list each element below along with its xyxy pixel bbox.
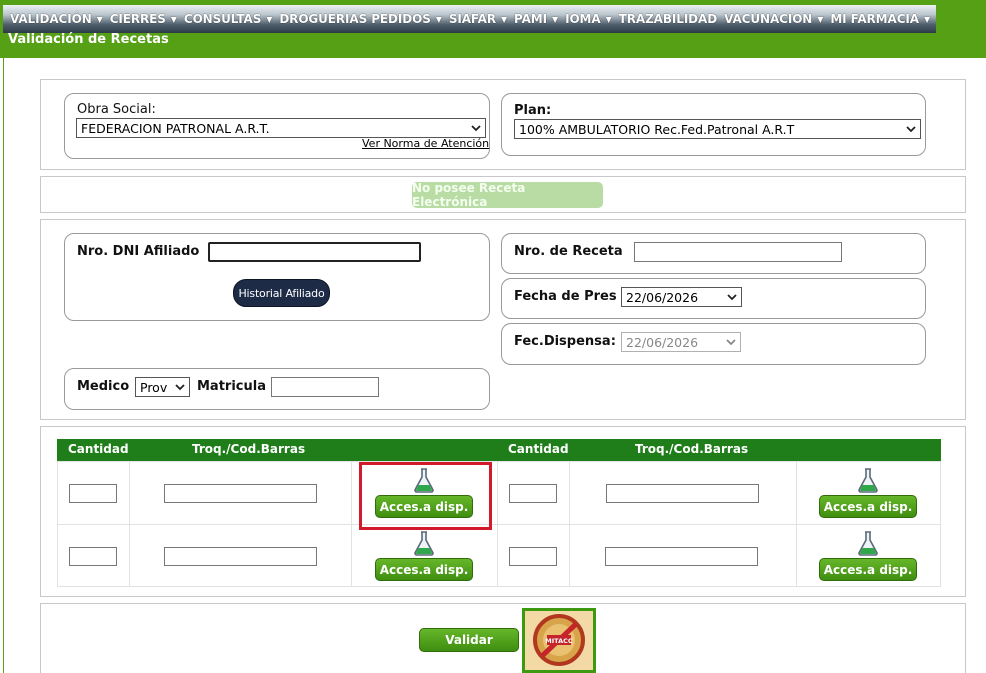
grid-col-divider <box>351 461 352 587</box>
dni-afiliado-label: Nro. DNI Afiliado <box>77 244 200 259</box>
menu-validacion[interactable]: VALIDACIÓN ▼ <box>3 12 103 26</box>
matricula-label: Matricula <box>197 379 266 394</box>
row2-left-cantidad-input[interactable] <box>69 547 117 566</box>
obra-social-select[interactable]: FEDERACION PATRONAL A.R.T. <box>76 118 486 138</box>
chevron-down-icon <box>906 126 916 133</box>
grid-col-divider <box>569 461 570 587</box>
flask-icon <box>858 468 878 493</box>
no-receta-electronica-button: No posee Receta Electrónica <box>412 181 603 209</box>
logo-text: MITACC <box>545 637 573 645</box>
grid-header: Cantidad Troq./Cod.Barras Cantidad Troq.… <box>57 439 941 461</box>
menu-ioma[interactable]: IOMA ▼ <box>558 12 612 26</box>
menu-cierres[interactable]: CIERRES ▼ <box>103 12 177 26</box>
chevron-down-icon <box>726 339 736 346</box>
grid-col-divider <box>497 461 498 587</box>
header-troquel-left: Troq./Cod.Barras <box>192 442 306 456</box>
row1-left-cantidad-input[interactable] <box>69 484 117 503</box>
grid-col-divider <box>129 461 130 587</box>
row2-left-troquel-input[interactable] <box>164 547 317 566</box>
mitacc-logo: MITACC <box>522 608 596 673</box>
flask-icon <box>858 531 878 556</box>
fecha-pres-label: Fecha de Pres <box>514 289 617 304</box>
chevron-down-icon <box>727 294 737 301</box>
plan-select[interactable]: 100% AMBULATORIO Rec.Fed.Patronal A.R.T <box>514 119 921 139</box>
chevron-down-icon <box>471 125 481 132</box>
menu-consultas[interactable]: CONSULTAS ▼ <box>177 12 273 26</box>
plan-selected: 100% AMBULATORIO Rec.Fed.Patronal A.R.T <box>519 121 795 137</box>
row1-right-troquel-input[interactable] <box>606 484 759 503</box>
row2-left-acces-button[interactable]: Acces.a disp. <box>375 558 473 581</box>
fecha-pres-value: 22/06/2026 <box>626 289 699 305</box>
fec-dispensa-label: Fec.Dispensa: <box>514 334 616 349</box>
highlight-box <box>359 462 492 530</box>
menu-trazabilidad[interactable]: TRAZABILIDAD <box>612 12 718 26</box>
header-cantidad-left: Cantidad <box>68 442 129 456</box>
row1-right-cantidad-input[interactable] <box>509 484 557 503</box>
fec-dispensa-select: 22/06/2026 <box>621 332 741 352</box>
mitacc-logo-graphic: MITACC <box>525 611 593 670</box>
main-menu-bar: VALIDACIÓN ▼ CIERRES ▼ CONSULTAS ▼ DROGUERI… <box>3 5 936 33</box>
obra-social-selected: FEDERACION PATRONAL A.R.T. <box>81 120 270 136</box>
chevron-down-icon: ▼ <box>923 14 931 24</box>
flask-icon <box>414 531 434 556</box>
menu-droguerias-pedidos[interactable]: DROGUERIAS PEDIDOS ▼ <box>272 12 442 26</box>
row2-right-acces-button[interactable]: Acces.a disp. <box>819 558 917 581</box>
nro-receta-label: Nro. de Receta <box>514 244 623 259</box>
menu-mi-farmacia[interactable]: MI FARMACIA ▼ <box>823 12 930 26</box>
obra-social-label: Obra Social: <box>77 102 156 117</box>
row1-left-troquel-input[interactable] <box>164 484 317 503</box>
row2-right-troquel-input[interactable] <box>605 547 758 566</box>
header-cantidad-right: Cantidad <box>508 442 569 456</box>
medico-tipo-value: Prov <box>140 379 168 395</box>
validar-button[interactable]: Validar <box>419 628 519 652</box>
page-title: Validación de Recetas <box>8 32 169 47</box>
matricula-input[interactable] <box>271 377 379 397</box>
ver-norma-link[interactable]: Ver Norma de Atención <box>362 137 489 150</box>
grid-col-divider <box>796 461 797 587</box>
fecha-pres-select[interactable]: 22/06/2026 <box>621 287 742 307</box>
medico-label: Medico <box>77 379 130 394</box>
medico-tipo-select[interactable]: Prov <box>135 377 190 397</box>
menu-siafar[interactable]: SIAFAR ▼ <box>442 12 507 26</box>
nro-receta-input[interactable] <box>634 242 842 262</box>
grid-row-divider <box>57 524 941 525</box>
row1-right-acces-button[interactable]: Acces.a disp. <box>819 495 917 518</box>
historial-afiliado-button[interactable]: Historial Afiliado <box>233 279 330 307</box>
menu-vacunacion[interactable]: VACUNACION ▼ <box>717 12 823 26</box>
dni-afiliado-input[interactable] <box>208 242 421 262</box>
row2-right-cantidad-input[interactable] <box>509 547 557 566</box>
header-troquel-right: Troq./Cod.Barras <box>635 442 749 456</box>
menu-pami[interactable]: PAMI ▼ <box>507 12 558 26</box>
chevron-down-icon <box>175 384 185 391</box>
plan-label: Plan: <box>514 103 552 118</box>
fec-dispensa-value: 22/06/2026 <box>626 334 699 350</box>
